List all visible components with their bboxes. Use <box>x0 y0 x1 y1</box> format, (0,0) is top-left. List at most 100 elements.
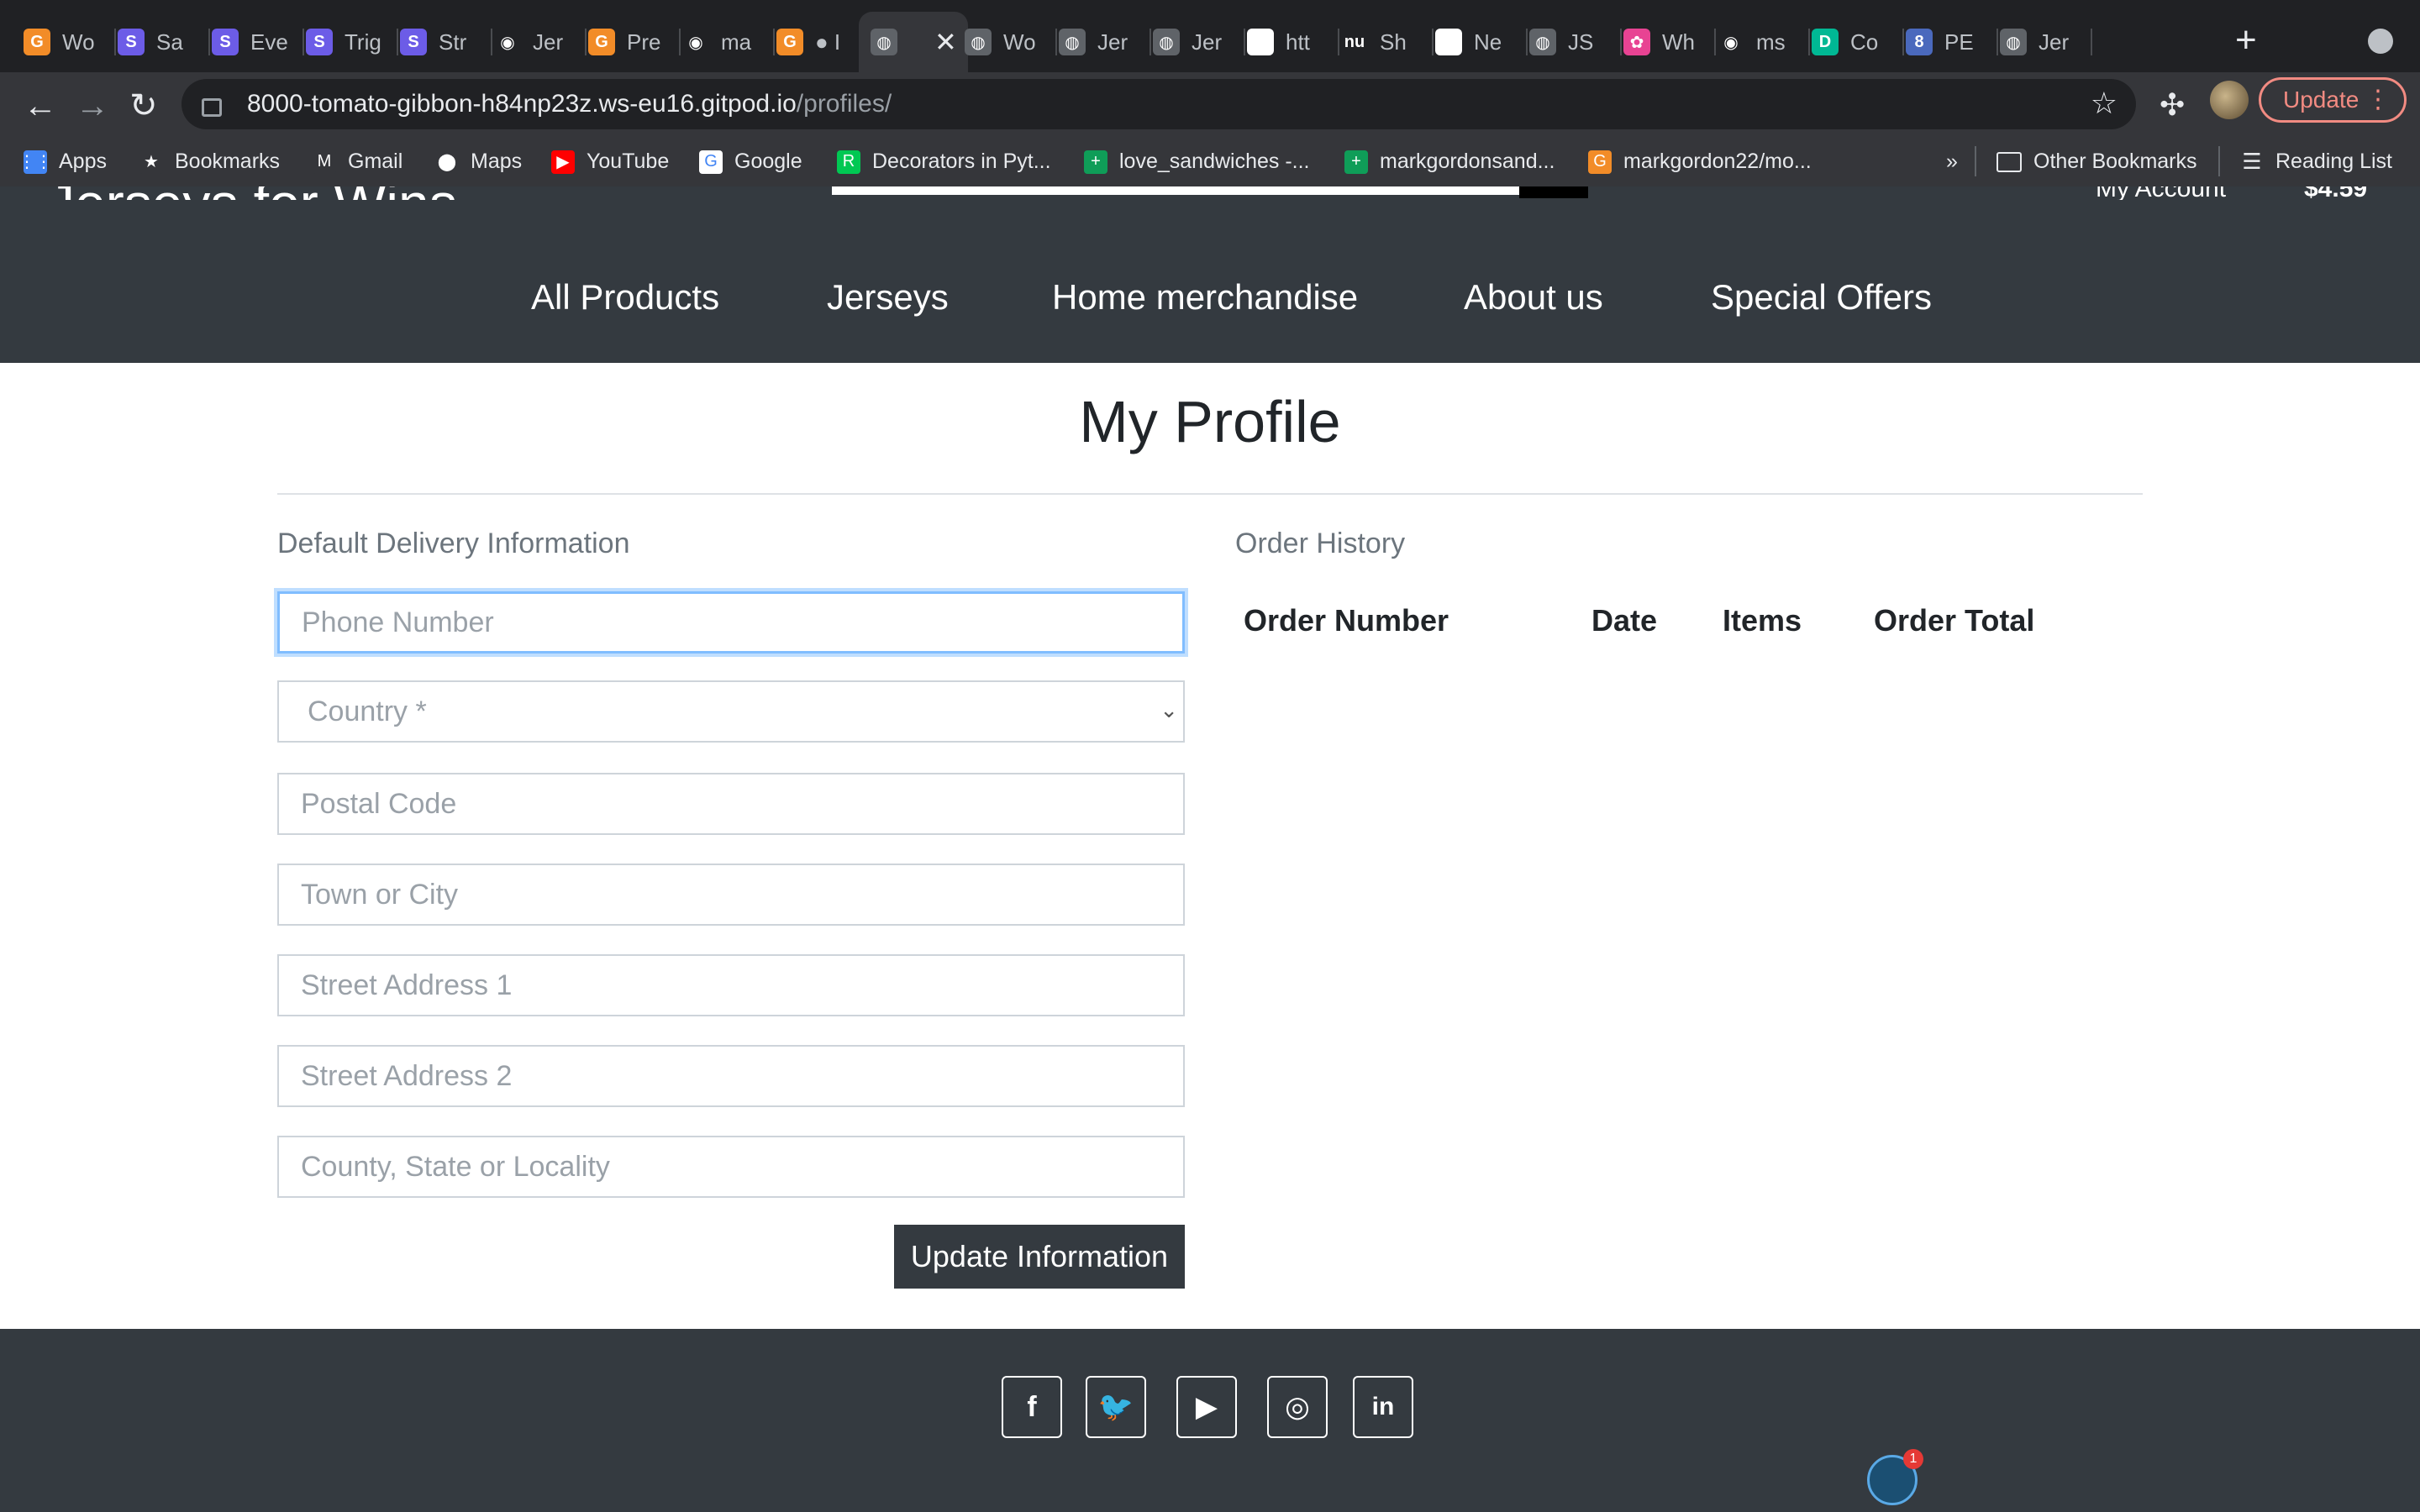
bookmark-item[interactable]: M Gmail <box>313 150 402 174</box>
browser-tab[interactable]: G ● I <box>776 18 869 66</box>
site-brand[interactable]: Jerseys for Wins <box>47 186 457 200</box>
bookmark-item[interactable]: ★ Bookmarks <box>139 150 280 174</box>
cart-total[interactable]: $4.59 <box>2304 186 2367 200</box>
browser-tab[interactable]: S Sa <box>118 18 210 66</box>
tab-favicon-icon: ◍ <box>1529 29 1556 55</box>
browser-tab[interactable]: nu Sh <box>1341 18 1434 66</box>
nav-special-offers[interactable]: Special Offers <box>1711 277 1932 318</box>
tab-separator <box>1526 29 1528 55</box>
tab-favicon-icon: G <box>1247 29 1274 55</box>
browser-tab[interactable]: ◍ JS <box>1529 18 1622 66</box>
bookmark-item[interactable]: + markgordonsand... <box>1344 150 1555 174</box>
browser-tab[interactable]: G Wo <box>24 18 116 66</box>
browser-tab[interactable]: ◍ Wo <box>965 18 1057 66</box>
nav-jerseys[interactable]: Jerseys <box>827 277 949 318</box>
page-title: My Profile <box>1079 389 1341 454</box>
tab-separator <box>1244 29 1245 55</box>
tab-separator <box>1714 29 1716 55</box>
tab-separator <box>114 29 116 55</box>
browser-tab[interactable]: ◉ Jer <box>494 18 587 66</box>
tab-title: Sh <box>1380 29 1407 55</box>
tab-favicon-icon: ◍ <box>1059 29 1086 55</box>
browser-tab[interactable]: G Pre <box>588 18 681 66</box>
back-arrow-icon[interactable]: ← <box>24 89 57 123</box>
facebook-icon[interactable]: f <box>1002 1376 1062 1438</box>
tab-title: Wo <box>1003 29 1036 55</box>
site-search-input[interactable] <box>832 186 1588 195</box>
country-select-value: Country * <box>308 695 427 727</box>
extensions-puzzle-icon[interactable]: ✣ <box>2160 87 2185 123</box>
lock-icon <box>202 98 222 117</box>
linkedin-icon[interactable]: in <box>1353 1376 1413 1438</box>
site-footer: f 🐦 ▶ ◎ in 1 <box>0 1329 2420 1512</box>
browser-tab[interactable]: ◍ Jer <box>2000 18 2092 66</box>
reading-list[interactable]: ☰ Reading List <box>2240 149 2392 174</box>
street-address-2-input[interactable] <box>277 1045 1185 1107</box>
my-account-link[interactable]: My Account <box>2096 186 2226 200</box>
bookmark-label: love_sandwiches -... <box>1119 150 1310 173</box>
country-select[interactable]: Country * ⌄ <box>277 680 1185 743</box>
twitter-icon[interactable]: 🐦 <box>1086 1376 1146 1438</box>
youtube-icon[interactable]: ▶ <box>1176 1376 1237 1438</box>
bookmark-item[interactable]: Gmarkgordon22/mo... <box>1588 150 1812 174</box>
bookmark-item[interactable]: ⋮⋮ Apps <box>18 150 107 174</box>
delivery-info-heading: Default Delivery Information <box>277 528 630 559</box>
nav-all-products[interactable]: All Products <box>531 277 719 318</box>
bookmark-favicon-icon: R <box>837 150 860 174</box>
phone-number-input[interactable] <box>277 591 1185 654</box>
bookmark-item[interactable]: ⬤ Maps <box>435 150 522 174</box>
browser-tab[interactable]: S Trig <box>306 18 398 66</box>
browser-tab[interactable]: 8 PE <box>1906 18 1998 66</box>
column-items: Items <box>1723 603 1802 638</box>
tab-title: Eve <box>250 29 288 55</box>
reading-list-divider <box>2218 146 2220 176</box>
column-order-total: Order Total <box>1874 603 2035 638</box>
bookmark-item[interactable]: ▶ YouTube <box>551 150 669 174</box>
tab-search-icon[interactable] <box>2368 29 2393 54</box>
forward-arrow-icon[interactable]: → <box>76 89 109 123</box>
instagram-icon[interactable]: ◎ <box>1267 1376 1328 1438</box>
postal-code-input[interactable] <box>277 773 1185 835</box>
browser-tab[interactable]: Ghtt <box>1247 18 1339 66</box>
kebab-menu-icon[interactable]: ⋮ <box>2365 85 2391 114</box>
browser-tab[interactable]: ◉ ms <box>1718 18 1810 66</box>
tab-separator <box>208 29 210 55</box>
county-input[interactable] <box>277 1136 1185 1198</box>
nav-about-us[interactable]: About us <box>1464 277 1603 318</box>
more-bookmarks-chevron[interactable]: » <box>1946 150 1958 174</box>
browser-tab[interactable]: ◍ ✕ <box>859 12 968 72</box>
reload-icon[interactable]: ↻ <box>129 89 158 123</box>
update-information-button[interactable]: Update Information <box>894 1225 1185 1289</box>
bookmark-favicon-icon: G <box>699 150 723 174</box>
street-address-1-input[interactable] <box>277 954 1185 1016</box>
browser-tab[interactable]: D Co <box>1812 18 1904 66</box>
browser-tab[interactable]: ◉ ma <box>682 18 775 66</box>
profile-avatar[interactable] <box>2210 81 2249 119</box>
browser-tab[interactable]: ✿ Wh <box>1623 18 1716 66</box>
tab-title: Str <box>439 29 467 55</box>
address-bar[interactable]: 8000-tomato-gibbon-h84np23z.ws-eu16.gitp… <box>182 79 2136 129</box>
browser-tab[interactable]: S Eve <box>212 18 304 66</box>
tab-title: ma <box>721 29 752 55</box>
bookmark-item[interactable]: + love_sandwiches -... <box>1084 150 1310 174</box>
new-tab-button[interactable]: + <box>2235 22 2257 59</box>
tab-separator <box>2091 29 2092 55</box>
bookmark-favicon-icon: ▶ <box>551 150 575 174</box>
nav-home-merchandise[interactable]: Home merchandise <box>1052 277 1358 318</box>
other-bookmarks[interactable]: Other Bookmarks <box>1996 150 2197 174</box>
column-date: Date <box>1591 603 1658 638</box>
browser-update-button[interactable]: Update ⋮ <box>2259 77 2407 123</box>
browser-tab[interactable]: ☻ Ne <box>1435 18 1528 66</box>
browser-tab[interactable]: ◍ Jer <box>1059 18 1151 66</box>
browser-tab[interactable]: S Str <box>400 18 492 66</box>
town-city-input[interactable] <box>277 864 1185 926</box>
steam-icon[interactable]: 1 <box>1867 1449 1923 1505</box>
bookmark-item[interactable]: R Decorators in Pyt... <box>837 150 1051 174</box>
site-search-button[interactable] <box>1519 186 1588 198</box>
tab-title: Ne <box>1474 29 1502 55</box>
browser-tab[interactable]: ◍ Jer <box>1153 18 1245 66</box>
bookmark-star-icon[interactable]: ☆ <box>2091 86 2118 121</box>
close-tab-icon[interactable]: ✕ <box>934 26 957 58</box>
bookmark-item[interactable]: G Google <box>699 150 802 174</box>
tab-title: Co <box>1850 29 1879 55</box>
